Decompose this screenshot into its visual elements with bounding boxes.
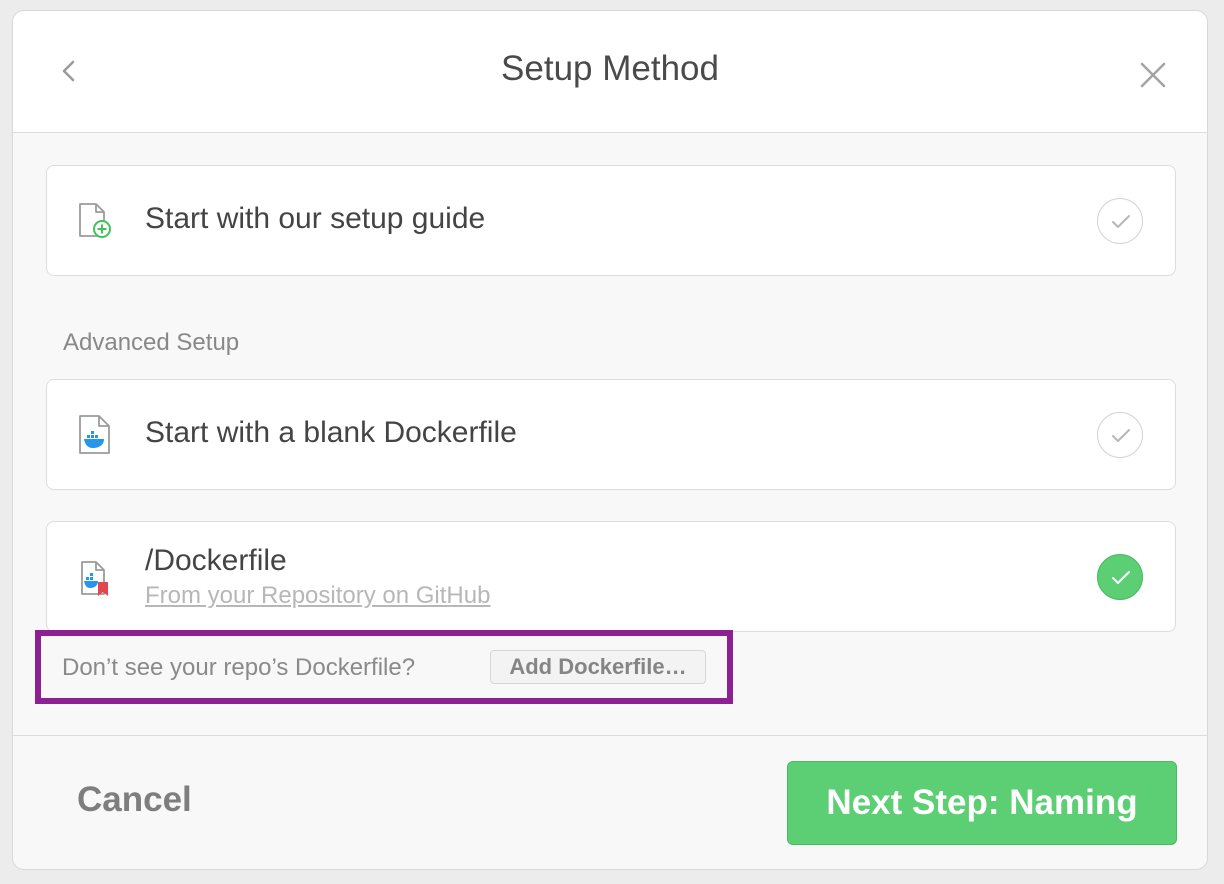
add-dockerfile-button[interactable]: Add Dockerfile… xyxy=(490,650,706,684)
file-add-icon xyxy=(77,202,113,245)
setup-method-dialog: Setup Method Start with our setup guide xyxy=(12,10,1208,870)
dialog-title: Setup Method xyxy=(501,49,719,88)
dialog-footer: Cancel Next Step: Naming xyxy=(13,735,1207,869)
selection-check[interactable] xyxy=(1097,198,1143,244)
option-label: Start with a blank Dockerfile xyxy=(145,416,517,449)
dialog-header: Setup Method xyxy=(13,11,1207,133)
docker-file-icon xyxy=(77,414,113,461)
selection-check[interactable] xyxy=(1097,554,1143,600)
close-icon xyxy=(1140,62,1166,88)
option-repo-dockerfile[interactable]: /Dockerfile From your Repository on GitH… xyxy=(46,521,1176,632)
cancel-button[interactable]: Cancel xyxy=(77,780,192,820)
next-step-button[interactable]: Next Step: Naming xyxy=(787,761,1177,845)
checkmark-icon xyxy=(1112,215,1130,228)
option-label: Start with our setup guide xyxy=(145,202,486,235)
checkmark-icon xyxy=(1112,429,1130,442)
add-dockerfile-hint: Don’t see your repo’s Dockerfile? Add Do… xyxy=(35,630,733,704)
option-blank-dockerfile[interactable]: Start with a blank Dockerfile xyxy=(46,379,1176,490)
repository-link[interactable]: From your Repository on GitHub xyxy=(145,582,490,610)
close-button[interactable] xyxy=(1131,53,1175,97)
docker-file-bookmark-icon xyxy=(77,560,113,605)
section-label-advanced: Advanced Setup xyxy=(63,329,240,356)
option-setup-guide[interactable]: Start with our setup guide xyxy=(46,165,1176,276)
selection-check[interactable] xyxy=(1097,412,1143,458)
option-label: /Dockerfile xyxy=(145,544,287,577)
checkmark-icon xyxy=(1112,571,1130,584)
hint-text: Don’t see your repo’s Dockerfile? xyxy=(62,654,416,681)
